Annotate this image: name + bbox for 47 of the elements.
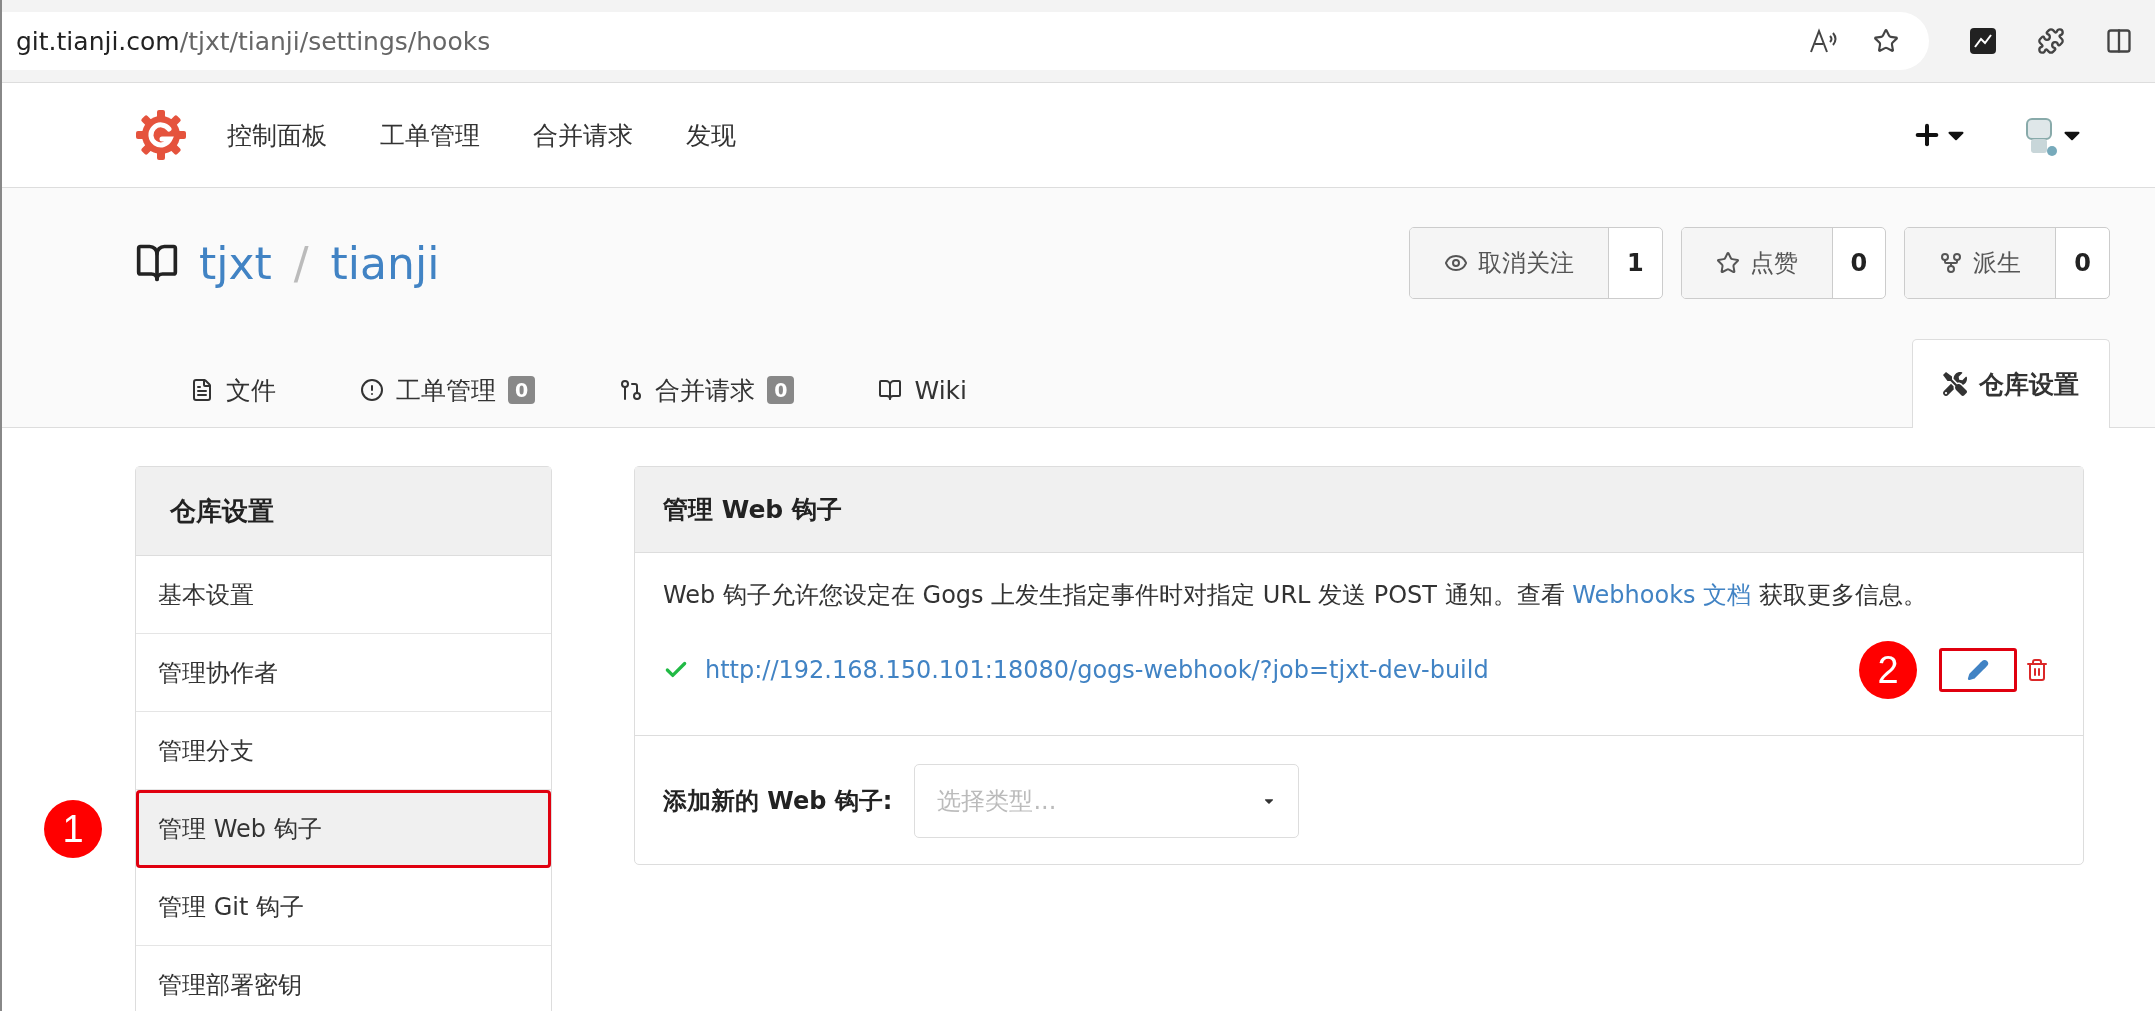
pull-request-icon [619,378,644,402]
webhook-link[interactable]: http://192.168.150.101:18080/gogs-webhook/?job=tjxt-dev-build [705,656,1489,684]
step-marker: 2 [1859,641,1917,699]
book-icon [878,378,903,402]
nav-link[interactable]: 工单管理 [380,118,480,152]
tools-icon [1943,372,1967,396]
fork-icon [1939,251,1964,275]
repo-name-link[interactable]: tianji [330,237,440,289]
repo-tab[interactable]: 合并请求 0 [589,353,825,427]
add-webhook-label: 添加新的 Web 钩子: [663,786,893,817]
nav-link[interactable]: 合并请求 [533,118,633,152]
split-screen-icon[interactable] [2105,27,2133,55]
extension-icon[interactable] [1969,27,1997,55]
delete-button[interactable] [2025,658,2049,682]
star-icon[interactable] [1873,28,1899,54]
address-bar[interactable]: git.tianji.com/tjxt/tianji/settings/hooks [2,12,1929,70]
nav-link[interactable]: 发现 [686,118,736,152]
pencil-icon [1967,659,1989,681]
star-button[interactable]: 点赞 [1681,228,1833,298]
description-text: Web 钩子允许您设定在 Gogs 上发生指定事件时对指定 URL 发送 POST 通知。查看 Webhooks 文档 获取更多信息。 [663,580,1928,611]
fork-button[interactable]: 派生 [1905,228,2057,298]
repo-tab[interactable]: 仓库设置 [1912,339,2110,428]
count-label[interactable]: 0 [1832,228,1886,298]
step-marker: 1 [44,800,102,858]
count-badge: 0 [767,376,795,404]
document-icon [190,378,214,402]
count-label[interactable]: 1 [1608,228,1662,298]
repo-tab[interactable]: Wiki [848,353,997,427]
count-label[interactable]: 0 [2056,228,2109,298]
watch-button[interactable]: 取消关注 [1409,228,1609,298]
gear-logo-icon[interactable] [135,109,187,161]
nav-link[interactable]: 控制面板 [227,118,327,152]
docs-link[interactable]: Webhooks 文档 [1572,581,1752,609]
repo-owner-link[interactable]: tjxt [199,237,272,289]
sidebar-title: 仓库设置 [136,467,551,556]
read-aloud-icon[interactable] [1809,28,1837,54]
panel-title: 管理 Web 钩子 [635,467,2083,553]
trash-icon [2025,658,2049,682]
puzzle-icon[interactable] [2037,27,2065,55]
count-badge: 0 [508,376,536,404]
repo-tab[interactable]: 文件 [160,353,306,427]
path-separator: / [293,237,309,289]
repo-tab[interactable]: 工单管理 0 [330,353,566,427]
edit-button[interactable] [1939,648,2017,692]
alert-icon [360,378,384,402]
star-icon [1715,251,1740,275]
sidebar-item[interactable]: 管理 Web 钩子 [136,790,551,868]
